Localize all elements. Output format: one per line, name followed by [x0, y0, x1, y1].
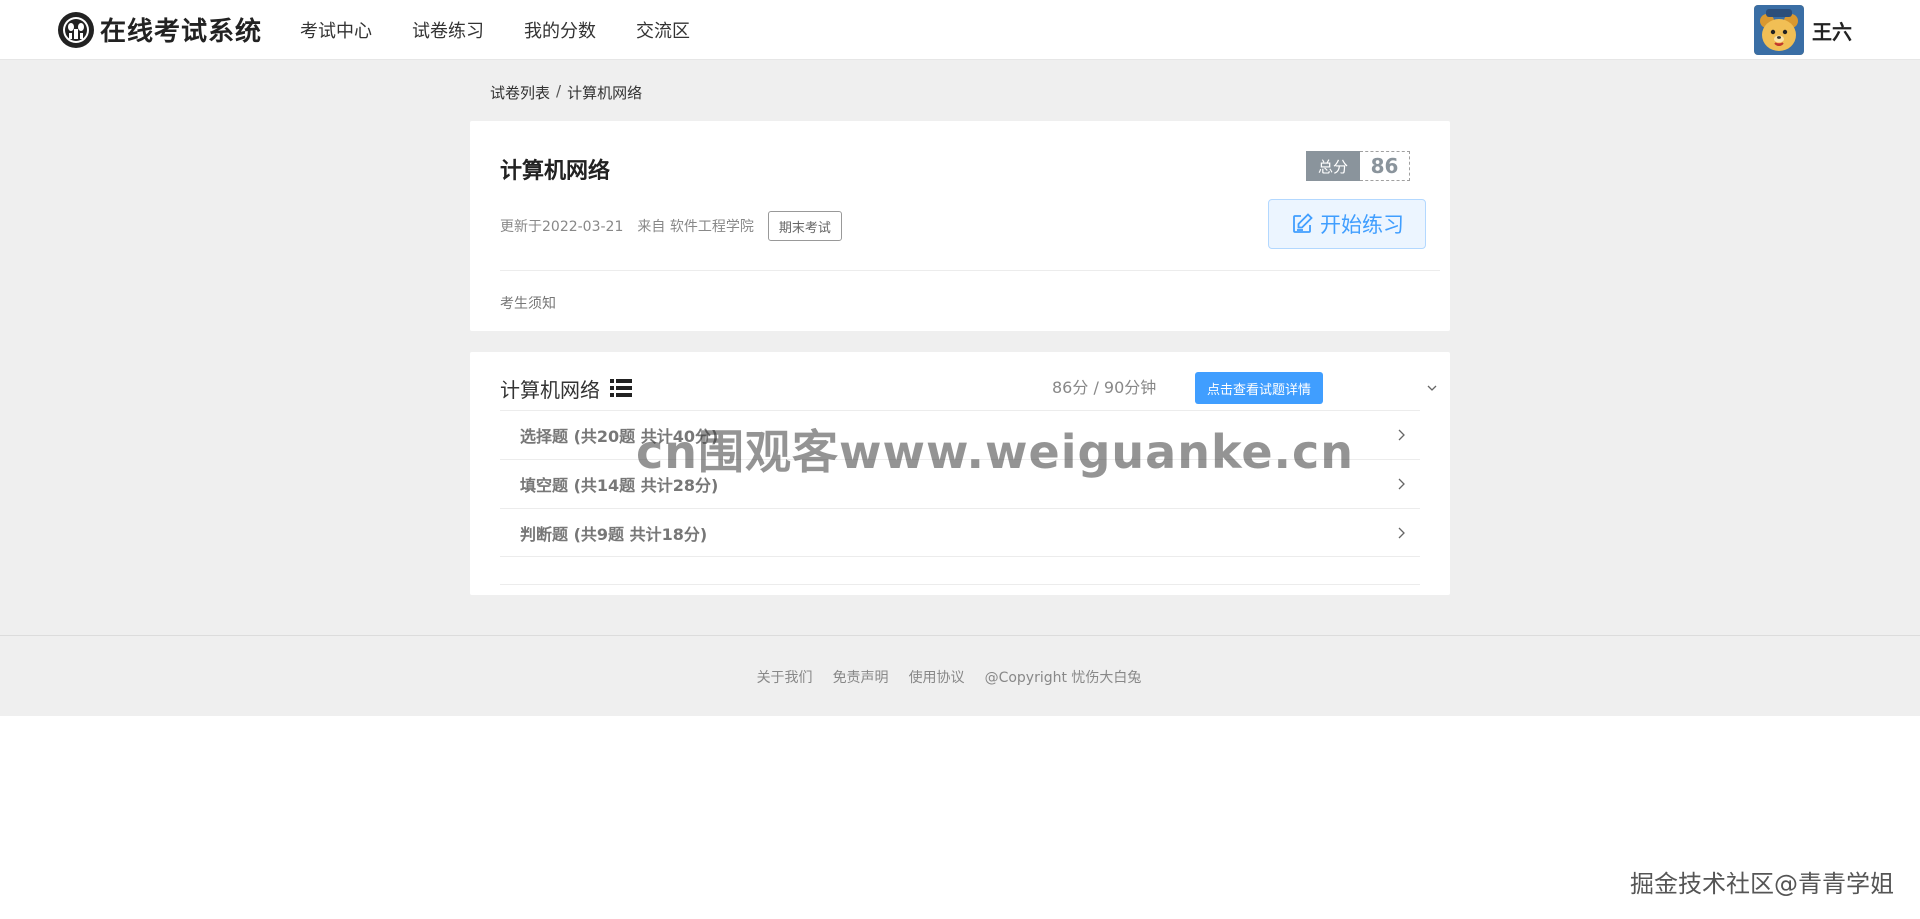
exam-updated-date: 更新于2022-03-21 — [500, 219, 624, 235]
paper-score-time: 86分 / 90分钟 — [1052, 378, 1157, 397]
start-practice-button[interactable]: 开始练习 — [1268, 199, 1426, 249]
view-details-button[interactable]: 点击查看试题详情 — [1195, 372, 1323, 404]
exam-notice-link[interactable]: 考生须知 — [500, 293, 556, 313]
edit-icon — [1293, 213, 1313, 233]
main-nav: 考试中心 试卷练习 我的分数 交流区 — [300, 0, 730, 60]
panda-logo-icon — [58, 11, 94, 48]
footer-about-link[interactable]: 关于我们 — [757, 667, 813, 687]
chevron-right-icon — [1398, 527, 1405, 539]
paper-title: 计算机网络 — [500, 372, 632, 404]
footer-disclaimer-link[interactable]: 免责声明 — [833, 667, 889, 687]
exam-info-card: 计算机网络 更新于2022-03-21 来自 软件工程学院 期末考试 总分 86… — [470, 121, 1450, 331]
paper-header[interactable]: 计算机网络 86分 / 90分钟 点击查看试题详情 — [500, 372, 1437, 404]
breadcrumb-separator: / — [556, 82, 562, 100]
breadcrumb: 试卷列表 / 计算机网络 — [490, 82, 642, 103]
start-practice-label: 开始练习 — [1320, 213, 1404, 237]
user-menu[interactable]: 王六 — [1754, 5, 1852, 55]
footer-links: 关于我们 免责声明 使用协议 @Copyright 忧伤大白兔 — [0, 636, 1920, 717]
nav-paper-practice[interactable]: 试卷练习 — [412, 17, 484, 43]
footer-copyright: @Copyright 忧伤大白兔 — [984, 669, 1142, 686]
section-label: 判断题 (共9题 共计18分) — [520, 524, 708, 544]
total-score-label: 总分 — [1306, 151, 1360, 181]
app-logo[interactable]: 在线考试系统 — [58, 11, 262, 48]
bear-avatar[interactable] — [1754, 5, 1804, 55]
total-score-badge: 总分 86 — [1306, 151, 1410, 181]
chevron-right-icon — [1398, 429, 1405, 441]
exam-meta: 更新于2022-03-21 来自 软件工程学院 期末考试 — [500, 211, 842, 241]
top-navbar: 在线考试系统 考试中心 试卷练习 我的分数 交流区 王六 — [0, 0, 1920, 60]
exam-title: 计算机网络 — [500, 159, 611, 184]
total-score-value: 86 — [1360, 151, 1410, 181]
watermark-center: cn围观客www.weiguanke.cn — [636, 425, 1355, 479]
breadcrumb-current: 计算机网络 — [567, 84, 643, 102]
exam-source: 来自 软件工程学院 — [637, 219, 754, 235]
divider — [500, 270, 1440, 271]
exam-type-tag[interactable]: 期末考试 — [767, 211, 842, 241]
nav-forum[interactable]: 交流区 — [636, 17, 690, 43]
nav-exam-center[interactable]: 考试中心 — [300, 17, 372, 43]
nav-my-scores[interactable]: 我的分数 — [524, 17, 596, 43]
list-icon — [610, 379, 632, 397]
footer-terms-link[interactable]: 使用协议 — [909, 667, 965, 687]
username: 王六 — [1812, 19, 1852, 44]
app-title: 在线考试系统 — [100, 17, 263, 47]
section-true-false[interactable]: 判断题 (共9题 共计18分) — [500, 508, 1420, 557]
divider — [500, 584, 1420, 585]
breadcrumb-paper-list[interactable]: 试卷列表 — [490, 82, 550, 103]
chevron-right-icon — [1398, 478, 1405, 490]
watermark-corner: 掘金技术社区@青青学姐 — [1630, 870, 1894, 898]
page-footer: 关于我们 免责声明 使用协议 @Copyright 忧伤大白兔 — [0, 635, 1920, 716]
paper-title-text: 计算机网络 — [500, 377, 600, 402]
chevron-down-icon[interactable] — [1426, 382, 1438, 394]
